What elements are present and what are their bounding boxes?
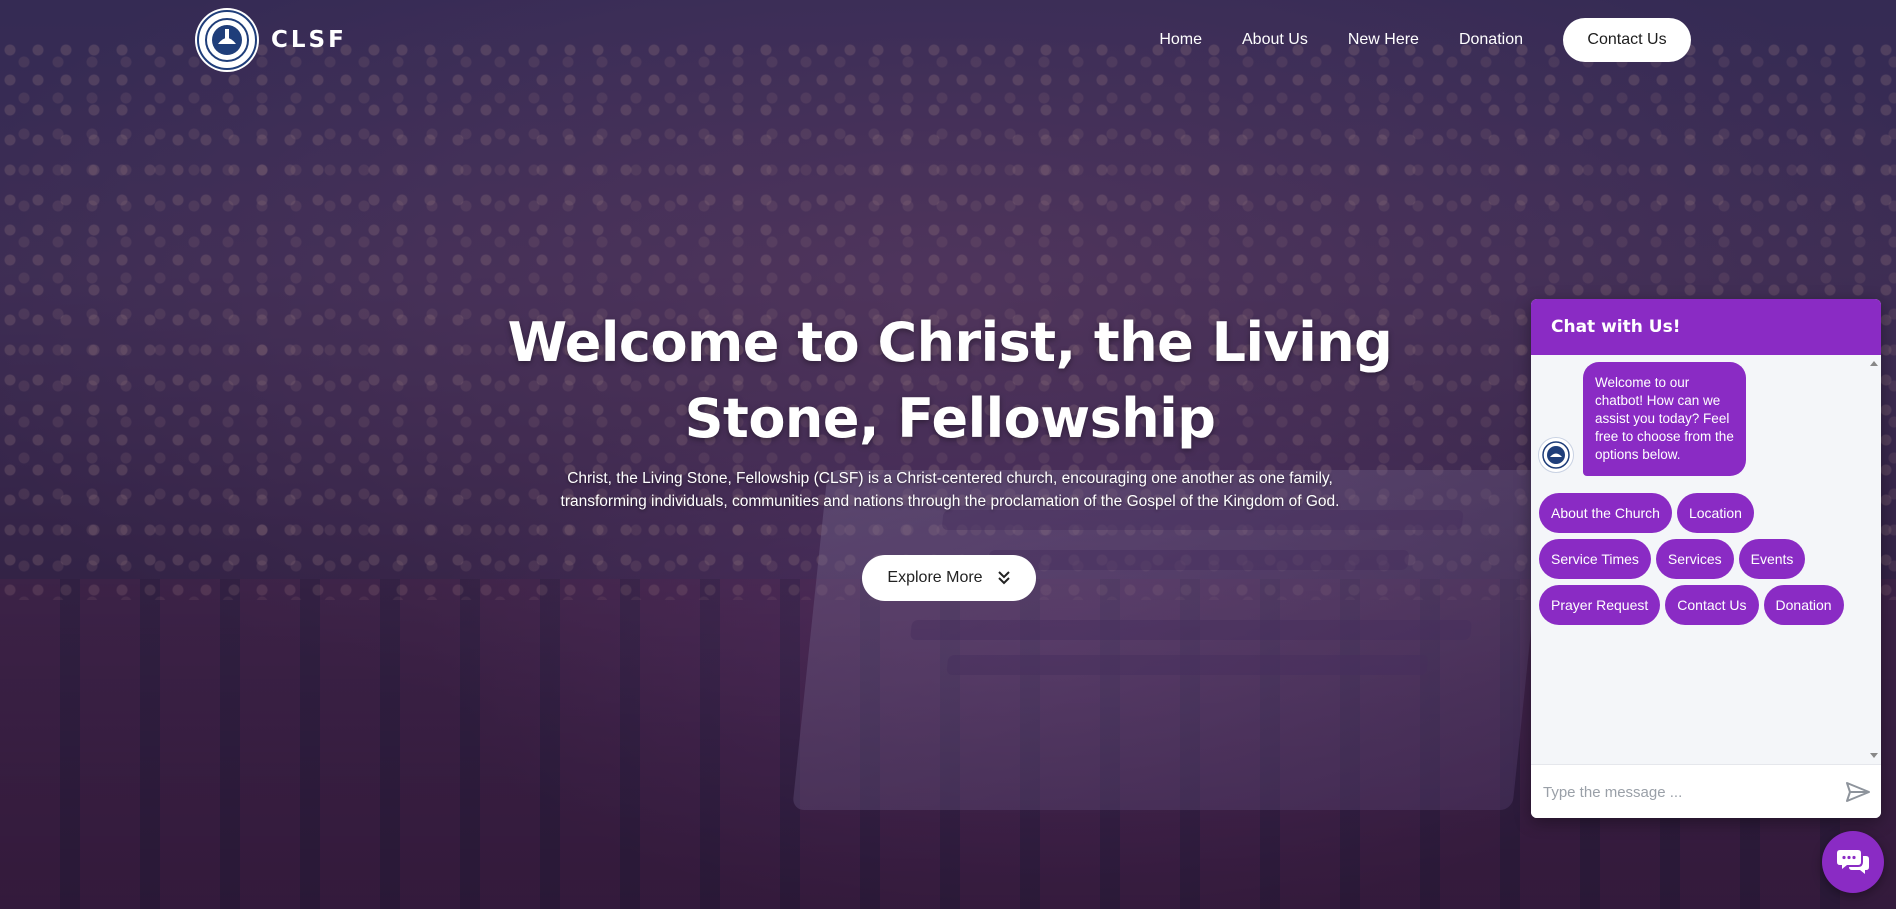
scroll-down-arrow-icon[interactable] bbox=[1870, 753, 1878, 758]
chat-widget: Chat with Us! Welcome to our chatbot! Ho… bbox=[1531, 299, 1881, 818]
option-services[interactable]: Services bbox=[1655, 539, 1734, 579]
scroll-up-arrow-icon[interactable] bbox=[1870, 361, 1878, 366]
nav-home[interactable]: Home bbox=[1159, 31, 1202, 49]
chat-header: Chat with Us! bbox=[1531, 299, 1881, 355]
nav-new-here[interactable]: New Here bbox=[1348, 31, 1419, 49]
option-contact-us[interactable]: Contact Us bbox=[1665, 585, 1759, 625]
hero-title: Welcome to Christ, the Living Stone, Fel… bbox=[507, 311, 1393, 450]
option-prayer-request[interactable]: Prayer Request bbox=[1539, 585, 1661, 625]
explore-more-button[interactable]: Explore More bbox=[862, 555, 1036, 601]
nav-about-us[interactable]: About Us bbox=[1242, 31, 1308, 49]
send-icon[interactable] bbox=[1845, 781, 1871, 803]
option-events[interactable]: Events bbox=[1738, 539, 1806, 579]
chat-options-row-3: Prayer Request Contact Us Donation bbox=[1539, 585, 1849, 625]
option-service-times[interactable]: Service Times bbox=[1539, 539, 1651, 579]
bot-avatar-icon bbox=[1538, 437, 1574, 473]
site-logo[interactable]: CLSF bbox=[197, 10, 347, 70]
chat-input-bar bbox=[1531, 764, 1881, 818]
chat-messages[interactable]: Welcome to our chatbot! How can we assis… bbox=[1531, 355, 1881, 764]
double-chevron-down-icon bbox=[997, 571, 1010, 585]
chat-launcher-button[interactable] bbox=[1822, 831, 1884, 893]
nav-donation[interactable]: Donation bbox=[1459, 31, 1523, 49]
chat-options-row-2: Service Times Services Events bbox=[1539, 539, 1810, 579]
brand-name: CLSF bbox=[271, 27, 347, 53]
option-location[interactable]: Location bbox=[1676, 493, 1754, 533]
chat-message-input[interactable] bbox=[1541, 782, 1845, 802]
option-donation[interactable]: Donation bbox=[1763, 585, 1844, 625]
contact-us-button[interactable]: Contact Us bbox=[1563, 18, 1691, 62]
chat-options-row-1: About the Church Location bbox=[1539, 493, 1759, 533]
bot-welcome-message: Welcome to our chatbot! How can we assis… bbox=[1583, 362, 1746, 476]
hero-description: Christ, the Living Stone, Fellowship (CL… bbox=[560, 470, 1340, 510]
chat-title: Chat with Us! bbox=[1551, 317, 1681, 337]
chat-bubbles-icon bbox=[1837, 850, 1869, 874]
option-about-the-church[interactable]: About the Church bbox=[1539, 493, 1672, 533]
main-nav: Home About Us New Here Donation Contact … bbox=[1159, 18, 1691, 62]
church-seal-icon bbox=[197, 10, 257, 70]
explore-more-label: Explore More bbox=[887, 569, 983, 586]
